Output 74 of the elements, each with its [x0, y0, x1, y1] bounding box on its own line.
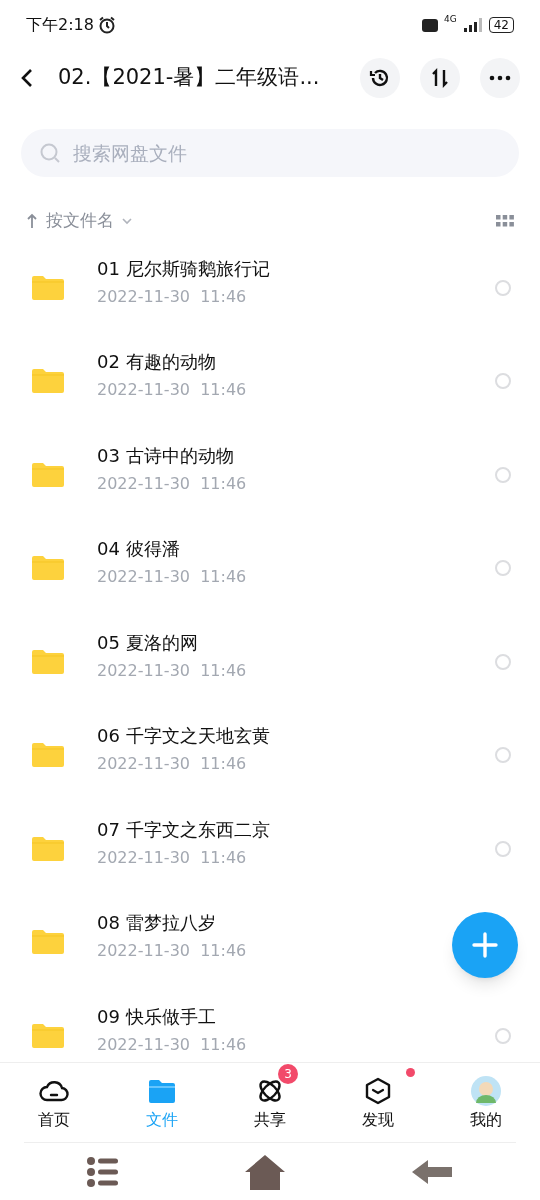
file-name: 04 彼得潘	[97, 537, 180, 562]
signal-icon	[462, 18, 483, 32]
file-name: 06 千字文之天地玄黄	[97, 724, 270, 749]
file-date: 2022-11-30 11:46	[97, 754, 247, 775]
avatar-icon	[471, 1075, 501, 1106]
sort-button[interactable]	[420, 58, 460, 98]
select-radio[interactable]	[495, 747, 511, 764]
select-radio[interactable]	[495, 560, 511, 577]
alarm-icon	[97, 16, 116, 34]
file-date: 2022-11-30 11:46	[97, 847, 247, 868]
file-name: 01 尼尔斯骑鹅旅行记	[97, 256, 270, 281]
tab[interactable]: 首页	[0, 1063, 108, 1142]
network-label: 4G	[444, 15, 457, 24]
grid-view-icon[interactable]	[496, 215, 514, 227]
file-row[interactable]: 05 夏洛的网 2022-11-30 11:46	[0, 615, 540, 709]
file-row[interactable]: 01 尼尔斯骑鹅旅行记 2022-11-30 11:46	[0, 241, 540, 335]
count-badge: 3	[278, 1063, 298, 1084]
file-date: 2022-11-30 11:46	[97, 473, 247, 494]
file-date: 2022-11-30 11:46	[97, 1034, 247, 1055]
file-name: 05 夏洛的网	[97, 630, 198, 655]
menu-icon[interactable]	[85, 1154, 120, 1189]
folder-icon	[32, 555, 64, 582]
add-button[interactable]	[452, 912, 518, 978]
select-radio[interactable]	[495, 279, 511, 296]
tab[interactable]: 发现	[324, 1063, 432, 1142]
tab[interactable]: 我的	[432, 1063, 540, 1142]
up-arrow-icon	[26, 213, 38, 229]
back-icon	[20, 68, 34, 88]
file-row[interactable]: 06 千字文之天地玄黄 2022-11-30 11:46	[0, 708, 540, 802]
file-date: 2022-11-30 11:46	[97, 941, 247, 962]
more-icon	[489, 75, 511, 81]
caret-icon	[122, 217, 132, 225]
hd-icon	[422, 18, 438, 32]
folder-icon	[32, 742, 64, 769]
file-name: 03 古诗中的动物	[97, 443, 234, 468]
sort-icon	[430, 68, 450, 88]
select-radio[interactable]	[495, 653, 511, 670]
search-field[interactable]: 搜索网盘文件	[21, 129, 519, 177]
file-row[interactable]: 09 快乐做手工 2022-11-30 11:46	[0, 989, 540, 1062]
tab[interactable]: 3 共享	[216, 1063, 324, 1142]
folder-icon	[32, 648, 64, 675]
folder-icon	[32, 835, 64, 862]
search-icon	[39, 142, 61, 164]
status-time: 下午2:18	[26, 14, 94, 36]
select-radio[interactable]	[495, 1027, 511, 1044]
file-row[interactable]: 03 古诗中的动物 2022-11-30 11:46	[0, 428, 540, 522]
file-row[interactable]: 04 彼得潘 2022-11-30 11:46	[0, 521, 540, 615]
file-date: 2022-11-30 11:46	[97, 660, 247, 681]
folder-icon	[32, 461, 64, 488]
battery-indicator: 42	[488, 17, 514, 33]
folder-icon	[32, 274, 64, 301]
file-date: 2022-11-30 11:46	[97, 567, 247, 588]
folder-icon	[148, 1077, 176, 1104]
select-radio[interactable]	[495, 466, 511, 483]
history-icon	[369, 67, 391, 89]
plus-icon	[471, 931, 499, 959]
file-name: 09 快乐做手工	[97, 1004, 216, 1029]
history-button[interactable]	[360, 58, 400, 98]
file-name: 08 雷梦拉八岁	[97, 911, 216, 936]
folder-icon	[32, 929, 64, 956]
file-row[interactable]: 08 雷梦拉八岁 2022-11-30 11:46	[0, 895, 540, 989]
file-row[interactable]: 07 千字文之东西二京 2022-11-30 11:46	[0, 802, 540, 896]
folder-title: 02.【2021-暑】二年级语...	[58, 64, 321, 92]
select-radio[interactable]	[495, 840, 511, 857]
file-date: 2022-11-30 11:46	[97, 286, 247, 307]
folder-icon	[32, 368, 64, 395]
file-name: 02 有趣的动物	[97, 350, 216, 375]
folder-icon	[32, 1022, 64, 1049]
hexagon-clock-icon	[364, 1076, 392, 1105]
file-date: 2022-11-30 11:46	[97, 380, 247, 401]
file-name: 07 千字文之东西二京	[97, 817, 270, 842]
select-radio[interactable]	[495, 373, 511, 390]
more-button[interactable]	[480, 58, 520, 98]
file-row[interactable]: 02 有趣的动物 2022-11-30 11:46	[0, 334, 540, 428]
